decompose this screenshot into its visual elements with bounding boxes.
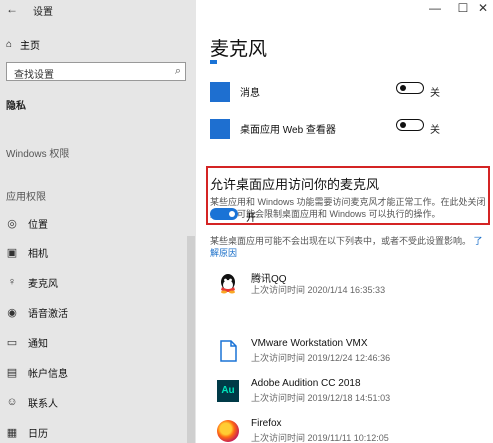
sidebar-item-home-label: 主页 [20,41,41,52]
web-viewer-toggle[interactable] [396,119,424,131]
note-body: 某些桌面应用可能不会出现在以下列表中，或者不受此设置影响。 [210,236,472,246]
sidebar-item-voice-activation[interactable]: ◉ 语音激活 [6,304,68,320]
sidebar-item-label: 相机 [28,248,48,260]
title-bar: ← 设置 — ☐ ✕ [0,0,493,18]
location-icon: ◎ [7,217,17,230]
section-windows-permissions: Windows 权限 [6,149,70,160]
last-access-time: 上次访问时间 2019/12/24 12:46:36 [251,353,391,363]
sidebar-item-notifications[interactable]: ▭ 通知 [6,334,48,350]
calendar-icon: ▦ [6,426,18,439]
note-text: 某些桌面应用可能不会出现在以下列表中，或者不受此设置影响。 了解原因 [210,235,490,259]
minimize-button[interactable]: — [428,1,442,15]
search-icon: ⌕ [174,65,181,77]
sidebar-item-label: 帐户信息 [28,368,68,380]
sidebar-item-label: 语音激活 [28,308,68,320]
scroll-indicator [210,60,217,64]
app-name: Adobe Audition CC 2018 [251,378,361,389]
toggle-state-label: 关 [430,88,440,99]
app-name: 桌面应用 Web 查看器 [240,125,336,136]
toggle-state-label: 关 [430,125,440,136]
sidebar-item-contacts[interactable]: ☺ 联系人 [6,394,58,410]
sidebar-scrollbar[interactable] [187,236,195,443]
notification-icon: ▭ [6,336,18,349]
voice-activation-icon: ◉ [7,306,17,319]
microphone-icon: ♀ [7,276,17,288]
vmware-file-icon [217,340,239,362]
sidebar-item-label: 位置 [28,219,48,231]
app-row-web-viewer [210,119,230,139]
messages-app-icon [210,82,230,102]
main-content: 麦克风 消息 关 桌面应用 Web 查看器 关 允许桌面应用访问你的麦克风 某些… [196,0,493,443]
sidebar-item-camera[interactable]: ▣ 相机 [6,244,48,260]
firefox-icon [217,420,239,442]
camera-icon: ▣ [6,246,18,259]
sidebar-item-label: 麦克风 [28,278,58,290]
account-info-icon: ▤ [6,366,18,379]
sidebar-item-calendar[interactable]: ▦ 日历 [6,424,48,440]
permission-title: 允许桌面应用访问你的麦克风 [210,177,380,192]
home-icon: ⌂ [6,39,13,50]
maximize-button[interactable]: ☐ [456,1,470,15]
app-name: VMware Workstation VMX [251,338,368,349]
desktop-apps-microphone-toggle[interactable] [210,208,238,220]
web-viewer-app-icon [210,119,230,139]
sidebar-item-label: 联系人 [28,398,58,410]
sidebar: ⌂ 主页 查找设置 ⌕ 隐私 Windows 权限 应用权限 ◎ 位置 ▣ 相机… [0,0,196,443]
contacts-icon: ☺ [6,396,18,408]
page-category-privacy: 隐私 [6,101,26,112]
last-access-time: 上次访问时间 2019/12/18 14:51:03 [251,393,391,403]
sidebar-item-home[interactable]: ⌂ 主页 [6,37,40,52]
close-button[interactable]: ✕ [476,1,490,15]
sidebar-item-account-info[interactable]: ▤ 帐户信息 [6,364,68,380]
sidebar-item-location[interactable]: ◎ 位置 [6,215,48,231]
app-name: 消息 [240,88,260,99]
app-name: Firefox [251,418,282,429]
last-access-time: 上次访问时间 2019/11/11 10:12:05 [251,433,389,443]
search-placeholder: 查找设置 [14,70,54,81]
window-title: 设置 [33,7,53,18]
adobe-audition-icon: Au [217,380,239,402]
section-app-permissions: 应用权限 [6,192,46,203]
qq-icon [217,272,239,294]
search-input[interactable]: 查找设置 ⌕ [6,62,186,81]
toggle-state-label: 开 [246,213,256,224]
app-row-messages [210,82,230,102]
page-title: 麦克风 [210,39,268,60]
sidebar-item-label: 通知 [28,338,48,350]
back-arrow-icon[interactable]: ← [6,2,18,16]
messages-toggle[interactable] [396,82,424,94]
last-access-time: 上次访问时间 2020/1/14 16:35:33 [251,285,386,295]
sidebar-item-label: 日历 [28,428,48,440]
sidebar-item-microphone[interactable]: ♀ 麦克风 [6,274,58,290]
